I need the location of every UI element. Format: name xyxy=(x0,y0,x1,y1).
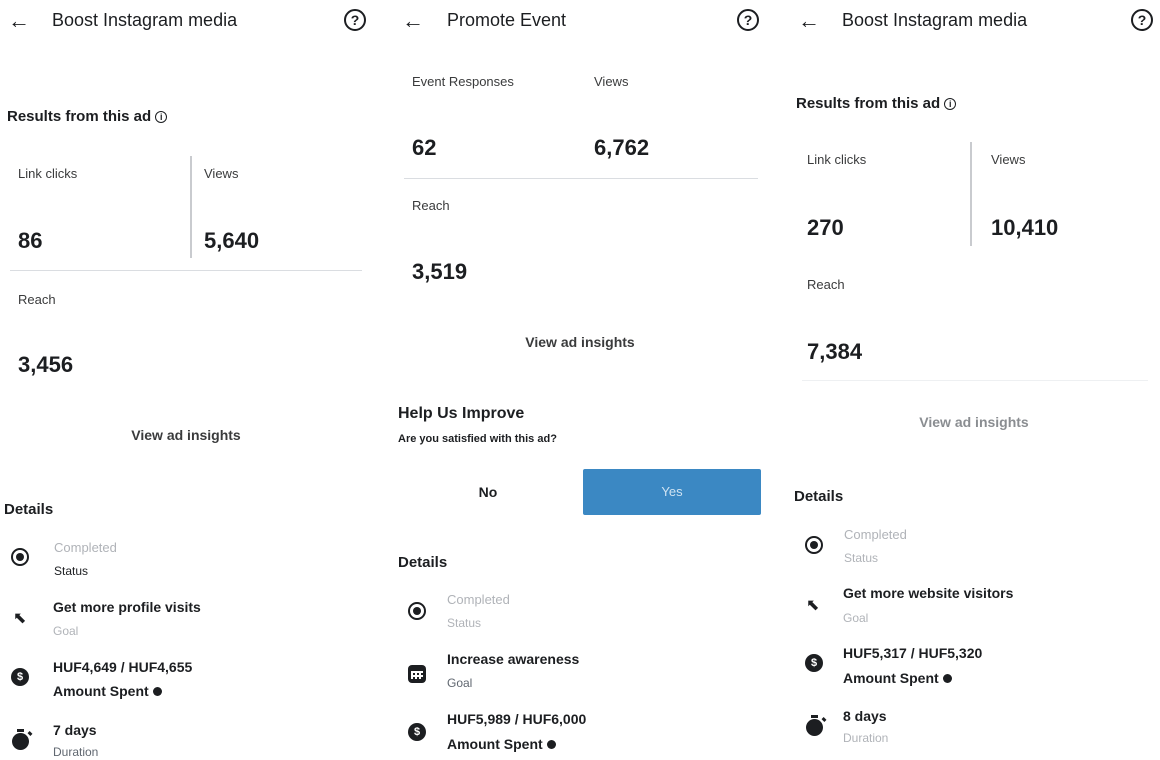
duration-value: 8 days xyxy=(843,708,887,724)
views-value: 10,410 xyxy=(991,215,1059,240)
metric-separator xyxy=(802,380,1148,381)
dollar-icon: $ xyxy=(805,654,823,672)
back-arrow-icon[interactable]: ← xyxy=(402,10,424,32)
dollar-icon: $ xyxy=(11,668,29,686)
reach-value: 3,519 xyxy=(412,259,468,284)
views-label: Views xyxy=(204,166,239,181)
help-icon[interactable]: ? xyxy=(737,9,759,31)
event-responses-value: 62 xyxy=(412,135,437,160)
cursor-icon: ⬉ xyxy=(806,597,820,614)
page-title: Boost Instagram media xyxy=(52,10,238,30)
reach-label: Reach xyxy=(807,277,845,292)
results-heading: Results from this ad i xyxy=(7,108,168,125)
amount-spent-label-text: Amount Spent xyxy=(843,670,939,686)
status-dot-icon xyxy=(11,548,29,566)
amount-spent-label-text: Amount Spent xyxy=(447,736,543,752)
survey-question: Are you satisfied with this ad? xyxy=(398,433,557,445)
reach-value: 7,384 xyxy=(807,339,863,364)
duration-label: Duration xyxy=(843,731,889,745)
info-icon[interactable]: i xyxy=(155,111,168,123)
status-dot-icon xyxy=(805,536,823,554)
status-dot-icon xyxy=(408,602,426,620)
views-value: 5,640 xyxy=(204,228,260,253)
amount-spent-label: Amount Spent xyxy=(843,670,952,686)
reach-label: Reach xyxy=(412,198,450,213)
views-value: 6,762 xyxy=(594,135,650,160)
info-dot-icon[interactable] xyxy=(152,687,162,696)
status-value: Completed xyxy=(54,540,117,555)
view-ad-insights-link[interactable]: View ad insights xyxy=(788,414,1160,430)
results-heading-text: Results from this ad xyxy=(796,95,941,112)
results-heading: Results from this ad i xyxy=(796,95,957,112)
calendar-icon xyxy=(408,665,426,683)
views-label: Views xyxy=(594,74,629,89)
goal-label: Goal xyxy=(447,676,473,690)
info-dot-icon[interactable] xyxy=(546,740,556,749)
no-button[interactable]: No xyxy=(400,469,576,515)
amount-spent-value: HUF5,317 / HUF5,320 xyxy=(843,645,983,661)
timer-icon xyxy=(806,715,823,736)
status-value: Completed xyxy=(844,527,907,542)
ad-panel-boost-instagram-1: ← Boost Instagram media ? Results from t… xyxy=(0,0,380,760)
amount-spent-value: HUF4,649 / HUF4,655 xyxy=(53,659,193,675)
view-ad-insights-link[interactable]: View ad insights xyxy=(390,334,770,350)
duration-value: 7 days xyxy=(53,722,97,738)
ad-panel-promote-event: ← Promote Event ? Event Responses 62 Vie… xyxy=(390,0,770,760)
goal-value: Get more profile visits xyxy=(53,599,201,615)
reach-label: Reach xyxy=(18,292,56,307)
ad-panel-boost-instagram-2: ← Boost Instagram media ? Results from t… xyxy=(788,0,1160,760)
amount-spent-label: Amount Spent xyxy=(53,683,162,699)
goal-label: Goal xyxy=(53,624,79,638)
views-label: Views xyxy=(991,152,1026,167)
duration-label: Duration xyxy=(53,745,99,759)
help-icon[interactable]: ? xyxy=(1131,9,1153,31)
link-clicks-value: 270 xyxy=(807,215,844,240)
status-label: Status xyxy=(844,551,879,565)
goal-value: Get more website visitors xyxy=(843,585,1014,601)
link-clicks-label: Link clicks xyxy=(807,152,867,167)
view-ad-insights-link[interactable]: View ad insights xyxy=(0,427,372,443)
timer-icon xyxy=(12,729,29,750)
goal-value: Increase awareness xyxy=(447,651,580,667)
page-title: Promote Event xyxy=(447,10,567,30)
cursor-icon: ⬉ xyxy=(13,610,27,627)
details-heading: Details xyxy=(398,554,448,571)
yes-button[interactable]: Yes xyxy=(583,469,761,515)
details-heading: Details xyxy=(794,488,844,505)
metric-separator xyxy=(404,178,758,179)
back-arrow-icon[interactable]: ← xyxy=(8,10,30,32)
reach-value: 3,456 xyxy=(18,352,74,377)
results-heading-text: Results from this ad xyxy=(7,108,152,125)
help-icon[interactable]: ? xyxy=(344,9,366,31)
page-title: Boost Instagram media xyxy=(842,10,1028,30)
amount-spent-label: Amount Spent xyxy=(447,736,556,752)
event-responses-label: Event Responses xyxy=(412,74,514,89)
status-label: Status xyxy=(54,564,89,578)
goal-label: Goal xyxy=(843,611,869,625)
amount-spent-value: HUF5,989 / HUF6,000 xyxy=(447,711,587,727)
amount-spent-label-text: Amount Spent xyxy=(53,683,149,699)
details-heading: Details xyxy=(4,501,54,518)
metric-divider xyxy=(190,156,192,258)
info-dot-icon[interactable] xyxy=(942,674,952,683)
link-clicks-label: Link clicks xyxy=(18,166,78,181)
dollar-icon: $ xyxy=(408,723,426,741)
survey-title: Help Us Improve xyxy=(398,405,525,422)
metric-separator xyxy=(10,270,362,271)
info-icon[interactable]: i xyxy=(944,98,957,110)
status-label: Status xyxy=(447,616,482,630)
status-value: Completed xyxy=(447,592,510,607)
link-clicks-value: 86 xyxy=(18,228,43,253)
metric-divider xyxy=(970,142,972,246)
back-arrow-icon[interactable]: ← xyxy=(798,10,820,32)
